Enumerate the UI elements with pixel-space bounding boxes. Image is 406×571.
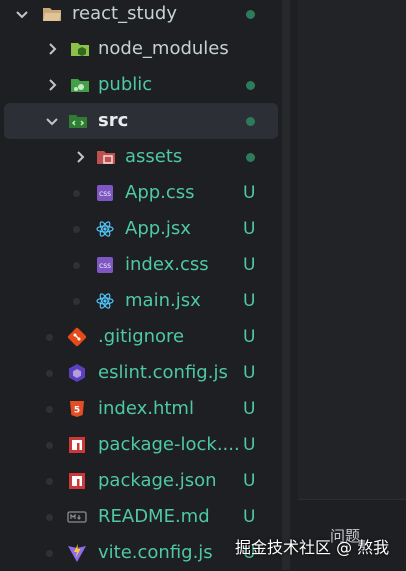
tree-label: node_modules <box>98 38 229 59</box>
tree-item-main-jsx[interactable]: main.jsx U <box>0 283 282 319</box>
indent-bullet <box>46 478 53 485</box>
tree-label: package-lock.... <box>98 434 240 455</box>
react-file-icon <box>96 221 114 237</box>
watermark: 掘金技术社区 @ 熬我 <box>235 538 390 557</box>
git-status-untracked: U <box>243 363 256 383</box>
chevron-down-icon <box>16 11 28 19</box>
sash-divider[interactable] <box>282 0 290 570</box>
folder-open-icon <box>43 8 61 21</box>
editor-area <box>298 0 406 500</box>
git-status-dot <box>246 117 255 126</box>
git-status-untracked: U <box>243 507 256 527</box>
git-status-untracked: U <box>243 291 256 311</box>
tree-item-package-json[interactable]: package.json U <box>0 463 282 499</box>
chevron-right-icon <box>49 79 57 91</box>
svg-text:CSS: CSS <box>99 263 111 270</box>
git-status-untracked: U <box>243 471 256 491</box>
tree-label: public <box>98 74 153 95</box>
markdown-file-icon <box>67 511 87 523</box>
git-status-dot <box>246 81 255 90</box>
node-folder-icon <box>71 43 89 56</box>
tree-label: App.jsx <box>125 218 191 239</box>
eslint-file-icon <box>69 364 85 382</box>
assets-folder-icon <box>97 151 115 164</box>
indent-bullet <box>46 370 53 377</box>
indent-bullet <box>46 334 53 341</box>
tree-item-assets[interactable]: assets <box>0 139 282 175</box>
svg-text:5: 5 <box>74 406 80 416</box>
git-status-untracked: U <box>243 255 256 275</box>
git-status-untracked: U <box>243 219 256 239</box>
indent-bullet <box>46 514 53 521</box>
indent-bullet <box>46 550 53 557</box>
npm-file-icon <box>69 473 85 489</box>
tree-label: main.jsx <box>125 290 201 311</box>
css-file-icon: CSS <box>97 257 113 273</box>
indent-bullet <box>46 442 53 449</box>
indent-bullet <box>46 406 53 413</box>
panel-border <box>298 499 406 500</box>
tree-item-index-html[interactable]: 5 index.html U <box>0 391 282 427</box>
tree-label: src <box>98 110 129 131</box>
chevron-right-icon <box>77 151 85 163</box>
tree-label: package.json <box>98 470 217 491</box>
git-status-untracked: U <box>243 327 256 347</box>
tree-item-index-css[interactable]: CSS index.css U <box>0 247 282 283</box>
indent-bullet <box>73 262 80 269</box>
tree-label: README.md <box>98 506 210 527</box>
tree-item-app-css[interactable]: CSS App.css U <box>0 175 282 211</box>
tree-label: App.css <box>125 182 195 203</box>
chevron-right-icon <box>49 43 57 55</box>
indent-bullet <box>73 298 80 305</box>
src-folder-icon <box>69 115 87 128</box>
html5-file-icon: 5 <box>70 401 84 417</box>
git-status-untracked: U <box>243 435 256 455</box>
tree-label: vite.config.js <box>98 542 213 563</box>
tree-item-app-jsx[interactable]: App.jsx U <box>0 211 282 247</box>
tree-label: index.css <box>125 254 209 275</box>
public-folder-icon <box>71 79 89 92</box>
git-status-untracked: U <box>243 183 256 203</box>
tree-label: react_study <box>72 3 177 24</box>
git-status-dot <box>246 10 255 19</box>
indent-bullet <box>73 226 80 233</box>
react-file-icon <box>96 293 114 309</box>
file-explorer: react_study node_modules public src asse… <box>0 0 282 570</box>
tree-item-gitignore[interactable]: .gitignore U <box>0 319 282 355</box>
tree-label: eslint.config.js <box>98 362 228 383</box>
tree-item-package-lock[interactable]: package-lock.... U <box>0 427 282 463</box>
tree-root-react-study[interactable]: react_study <box>0 0 282 32</box>
tree-item-eslint-config[interactable]: eslint.config.js U <box>0 355 282 391</box>
chevron-down-icon <box>46 118 58 126</box>
tree-label: .gitignore <box>98 326 185 347</box>
svg-text:CSS: CSS <box>99 191 111 198</box>
tree-item-public[interactable]: public <box>0 67 282 103</box>
tree-label: assets <box>125 146 183 167</box>
css-file-icon: CSS <box>97 185 113 201</box>
vite-file-icon <box>68 544 86 562</box>
tree-label: index.html <box>98 398 194 419</box>
tree-item-readme[interactable]: README.md U <box>0 499 282 535</box>
git-file-icon <box>67 327 87 347</box>
git-status-untracked: U <box>243 399 256 419</box>
git-status-dot <box>246 153 255 162</box>
indent-bullet <box>73 190 80 197</box>
tree-item-node-modules[interactable]: node_modules <box>0 31 282 67</box>
npm-file-icon <box>69 437 85 453</box>
tree-item-src[interactable]: src <box>4 103 278 139</box>
